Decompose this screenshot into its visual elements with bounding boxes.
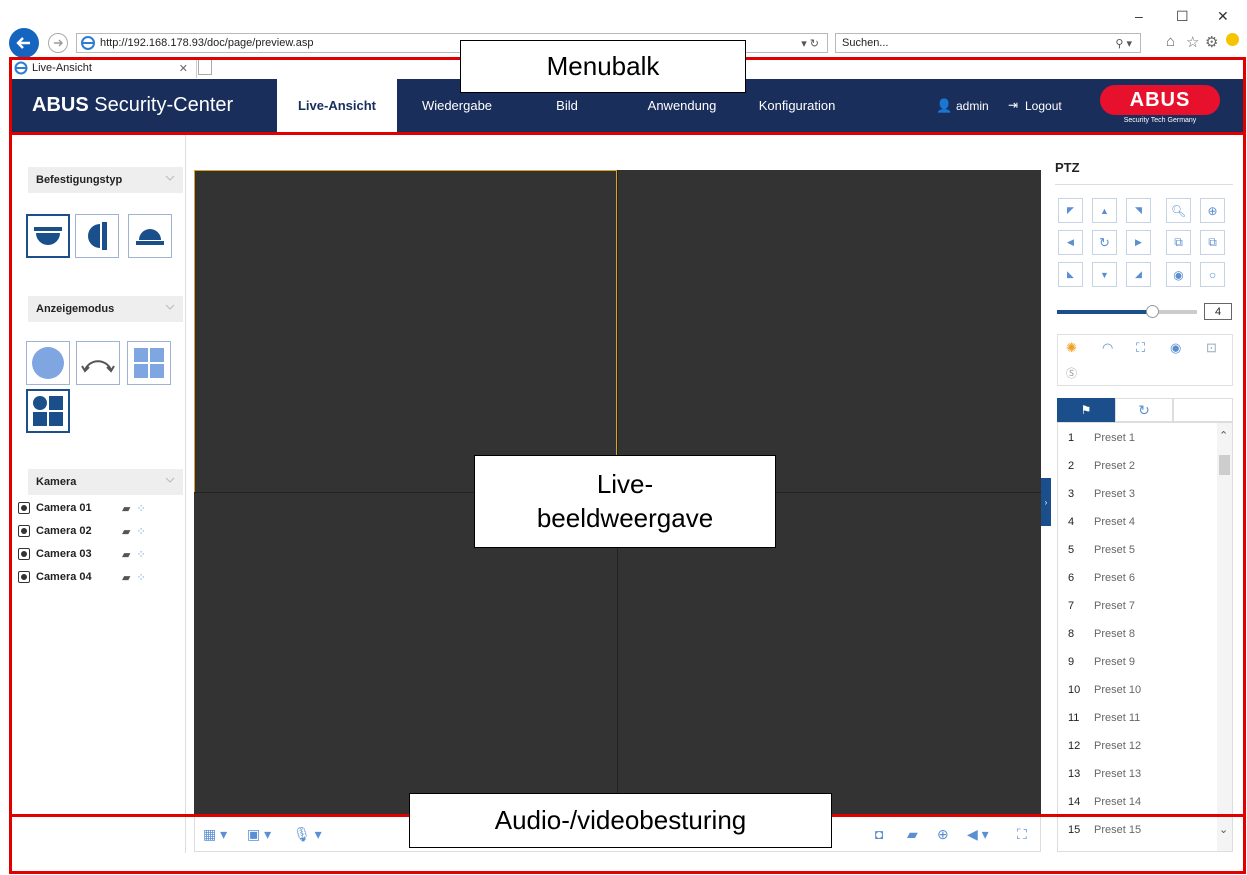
- smiley-icon[interactable]: [1226, 33, 1239, 46]
- home-icon[interactable]: ⌂: [1166, 33, 1175, 50]
- search-placeholder: Suchen...: [842, 37, 889, 49]
- forward-button[interactable]: [48, 33, 68, 53]
- annotation-av-controls: Audio-/videobesturing: [409, 793, 832, 848]
- favorites-star-icon[interactable]: ☆: [1186, 33, 1199, 51]
- close-window-button[interactable]: ✕: [1217, 8, 1229, 25]
- annotation-live-view: Live- beeldweergave: [474, 455, 776, 548]
- minimize-button[interactable]: –: [1135, 8, 1143, 24]
- arrow-left-icon: [16, 37, 30, 49]
- search-icon[interactable]: ⚲ ▾: [1115, 37, 1132, 50]
- maximize-button[interactable]: ☐: [1176, 8, 1189, 25]
- ie-page-icon: [81, 36, 95, 50]
- address-url: http://192.168.178.93/doc/page/preview.a…: [100, 37, 314, 49]
- annotation-menubar: Menubalk: [460, 40, 746, 93]
- arrow-right-icon: [54, 39, 63, 47]
- refresh-icon[interactable]: ▾ ↻: [801, 37, 819, 50]
- search-input[interactable]: Suchen... ⚲ ▾: [835, 33, 1141, 53]
- gear-icon[interactable]: ⚙: [1205, 33, 1218, 51]
- back-button[interactable]: [9, 28, 39, 58]
